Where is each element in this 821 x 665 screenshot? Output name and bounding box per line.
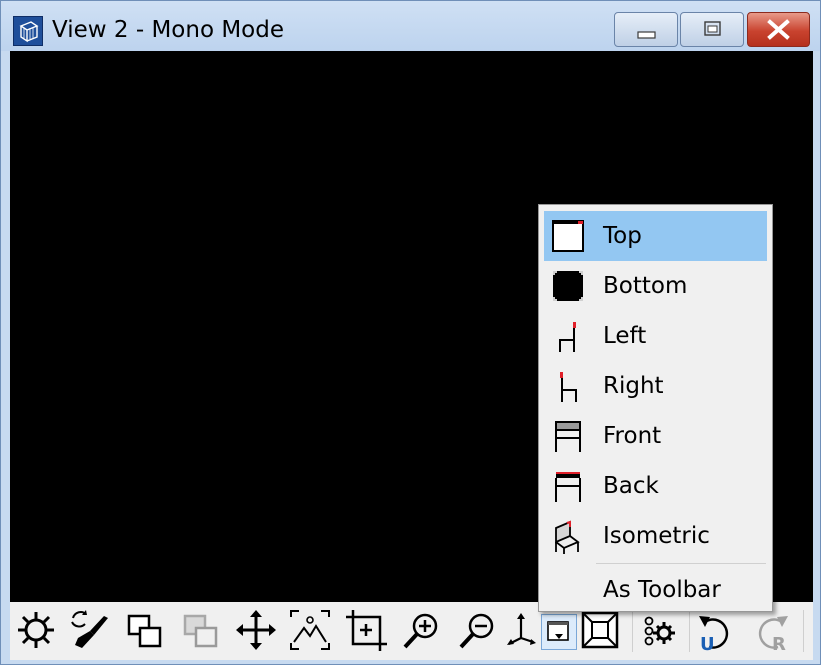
windows-overlap-icon[interactable] (124, 608, 168, 652)
windows-overlap-disabled-icon[interactable] (180, 608, 224, 652)
toolbar-separator (803, 610, 804, 652)
undo-letter: U (700, 634, 715, 652)
menu-item-label: As Toolbar (603, 577, 721, 603)
maximize-icon (704, 21, 721, 36)
menu-item-label: Isometric (603, 523, 710, 549)
view-front-icon (550, 418, 586, 454)
perspective-box-icon[interactable] (578, 608, 622, 652)
title-bar[interactable]: View 2 - Mono Mode (1, 1, 820, 51)
menu-item-label: Bottom (603, 273, 688, 299)
axes-icon[interactable] (503, 608, 539, 652)
menu-item-bottom[interactable]: Bottom (544, 261, 767, 311)
gear-settings-icon[interactable] (636, 608, 680, 652)
move-arrows-icon[interactable] (234, 608, 278, 652)
view-left-icon (550, 318, 586, 354)
close-icon (767, 19, 790, 40)
menu-item-isometric[interactable]: Isometric (544, 511, 767, 561)
zoom-in-icon[interactable] (400, 608, 444, 652)
close-button[interactable] (747, 12, 810, 47)
paint-brush-refresh-icon[interactable] (68, 608, 112, 652)
menu-item-top[interactable]: Top (544, 211, 767, 261)
view-back-icon (550, 468, 586, 504)
minimize-button[interactable] (614, 12, 678, 47)
view-isometric-icon (550, 518, 586, 554)
undo-button[interactable]: U (693, 608, 737, 652)
zoom-window-icon[interactable] (344, 608, 388, 652)
menu-item-label: Left (603, 323, 647, 349)
menu-separator (596, 563, 766, 564)
menu-item-left[interactable]: Left (544, 311, 767, 361)
window-title: View 2 - Mono Mode (52, 17, 284, 43)
menu-item-right[interactable]: Right (544, 361, 767, 411)
view-top-icon (550, 218, 586, 254)
view-menu: Top Bottom Left Right Front Back Isometr… (538, 204, 773, 612)
menu-item-label: Right (603, 373, 664, 399)
minimize-icon (637, 31, 656, 39)
view-right-icon (550, 368, 586, 404)
redo-icon: R (758, 616, 788, 652)
toolbar-separator (689, 610, 690, 652)
menu-item-front[interactable]: Front (544, 411, 767, 461)
zoom-extents-picture-icon[interactable] (288, 608, 332, 652)
view-bottom-icon (550, 268, 586, 304)
menu-item-as-toolbar[interactable]: As Toolbar (544, 565, 767, 611)
cube-grid-icon[interactable] (13, 16, 43, 46)
maximize-button[interactable] (680, 12, 744, 47)
sun-icon[interactable] (14, 608, 58, 652)
menu-item-label: Back (603, 473, 659, 499)
menu-item-label: Top (603, 223, 642, 249)
menu-item-back[interactable]: Back (544, 461, 767, 511)
undo-icon: U (699, 616, 729, 652)
toolbar-separator (632, 610, 633, 652)
redo-letter: R (772, 634, 786, 652)
menu-item-label: Front (603, 423, 662, 449)
view-dropdown-button[interactable] (541, 614, 577, 650)
redo-button[interactable]: R (750, 608, 794, 652)
view-dropdown-icon (547, 621, 569, 641)
zoom-out-icon[interactable] (456, 608, 500, 652)
